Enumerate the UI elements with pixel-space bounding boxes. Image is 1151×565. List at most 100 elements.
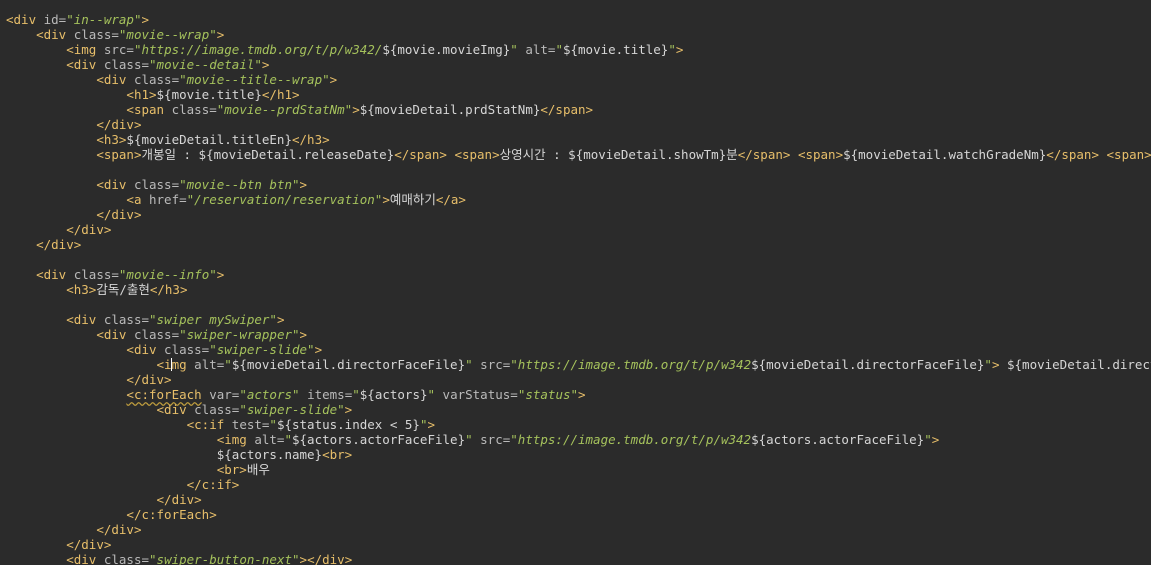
code-token: <i: [156, 357, 172, 372]
code-token: </div>: [96, 522, 142, 537]
code-editor[interactable]: <div id="in--wrap"> <div class="movie--w…: [0, 0, 1151, 565]
code-token: <c:if: [186, 417, 225, 432]
code-token: >: [314, 342, 323, 357]
code-line: </div>: [6, 492, 1151, 507]
code-token: <c:forEach: [126, 387, 202, 402]
code-token: "movie--detail": [149, 57, 262, 72]
code-token: class=: [96, 57, 150, 72]
code-line: <div class="movie--detail">: [6, 57, 1151, 72]
code-token: 예매하기: [389, 192, 436, 207]
code-token: ": [465, 432, 473, 447]
code-token: class=: [156, 342, 210, 357]
code-token: "movie--btn btn": [179, 177, 300, 192]
code-token: "in--wrap": [66, 12, 142, 27]
code-token: ${movieDetail.directorFaceFile}: [751, 357, 985, 372]
code-token: "swiper mySwiper": [149, 312, 277, 327]
code-line: <h3>감독/출현</h3>: [6, 282, 1151, 297]
code-area[interactable]: <div id="in--wrap"> <div class="movie--w…: [6, 12, 1151, 565]
code-token: </h1>: [261, 87, 300, 102]
code-line: </c:forEach>: [6, 507, 1151, 522]
code-token: <span>: [1106, 147, 1151, 162]
code-token: ${movieDetail.director}: [1006, 357, 1151, 372]
code-token: </div>: [156, 492, 202, 507]
code-token: ": [224, 357, 232, 372]
code-token: 개봉일 : ${movieDetail.releaseDate}: [141, 147, 395, 162]
code-token: ": [269, 417, 277, 432]
code-line: <c:forEach var="actors" items="${actors}…: [6, 387, 1151, 402]
code-token: </div>: [96, 207, 142, 222]
code-token: ${status.index < 5}: [276, 417, 420, 432]
code-line: <img alt="${movieDetail.directorFaceFile…: [6, 357, 1151, 372]
code-token: ": [284, 432, 292, 447]
code-token: class=: [96, 552, 150, 565]
code-line: <div class="swiper mySwiper">: [6, 312, 1151, 327]
code-token: alt=: [186, 357, 225, 372]
code-token: >: [299, 327, 308, 342]
code-line: </div>: [6, 372, 1151, 387]
code-line: <img alt="${actors.actorFaceFile}" src="…: [6, 432, 1151, 447]
code-line: <a href="/reservation/reservation">예매하기<…: [6, 192, 1151, 207]
code-token: <div: [6, 12, 37, 27]
code-line: </div>: [6, 117, 1151, 132]
code-line: <span class="movie--prdStatNm">${movieDe…: [6, 102, 1151, 117]
code-token: var=: [201, 387, 240, 402]
code-token: </div>: [126, 372, 172, 387]
code-token: "actors": [239, 387, 300, 402]
code-token: mg: [171, 357, 187, 372]
code-token: </h3>: [149, 282, 188, 297]
code-token: ${actors.actorFaceFile}: [751, 432, 925, 447]
code-token: 감독/출현: [96, 282, 150, 297]
code-token: "movie--info": [118, 267, 217, 282]
code-line: <div class="swiper-slide">: [6, 342, 1151, 357]
code-token: <h3>: [96, 132, 127, 147]
code-token: class=: [126, 327, 180, 342]
code-token: src=: [472, 357, 511, 372]
code-token: ": [668, 42, 676, 57]
code-token: >: [352, 102, 360, 117]
code-token: <span>: [454, 147, 500, 162]
code-token: </c:if>: [186, 477, 240, 492]
code-token: </a>: [435, 192, 466, 207]
code-token: ${movieDetail.directorFaceFile}: [231, 357, 466, 372]
code-token: </span>: [540, 102, 594, 117]
code-token: "https://image.tmdb.org/t/p/w342/: [133, 42, 383, 57]
code-token: class=: [186, 402, 240, 417]
code-token: <div: [66, 57, 97, 72]
code-token: class=: [66, 27, 119, 42]
code-token: <div: [126, 342, 157, 357]
code-token: ${movie.title}: [156, 87, 262, 102]
code-token: >: [931, 432, 940, 447]
code-token: ": [510, 42, 518, 57]
code-token: href=: [141, 192, 187, 207]
code-token: "movie--wrap": [118, 27, 217, 42]
code-token: src=: [96, 42, 134, 57]
code-token: alt=: [517, 42, 556, 57]
code-token: "swiper-button-next": [149, 552, 300, 565]
code-token: class=: [126, 72, 180, 87]
code-line: </div>: [6, 522, 1151, 537]
code-line: <div class="movie--info">: [6, 267, 1151, 282]
code-token: ": [465, 357, 473, 372]
